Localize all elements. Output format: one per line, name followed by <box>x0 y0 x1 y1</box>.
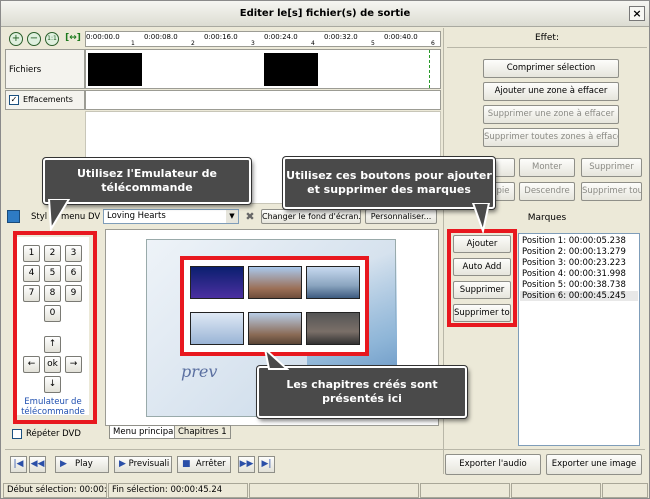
preview-button[interactable]: ▶ Previsuali <box>114 456 172 473</box>
callout-chapters: Les chapitres créés sont présentés ici <box>257 366 467 418</box>
remote-highlight-box <box>13 231 97 424</box>
play-label: Play <box>75 459 93 469</box>
ruler-tick: 0:00:40.0 <box>384 33 418 41</box>
marks-list[interactable]: Position 1: 00:00:05.238 Position 2: 00:… <box>518 233 640 446</box>
ruler-num: 2 <box>191 40 195 47</box>
callout-remote-pointer <box>47 199 71 231</box>
move-down-button[interactable]: Descendre <box>519 182 575 201</box>
mark-list-item[interactable]: Position 1: 00:00:05.238 <box>522 236 626 246</box>
ruler-tick: 0:00:00.0 <box>86 33 120 41</box>
time-ruler[interactable]: 0:00:00.0 0:00:08.0 0:00:16.0 0:00:24.0 … <box>85 31 441 47</box>
callout-remote: Utilisez l'Emulateur de télécommande <box>43 158 251 204</box>
mark-list-item[interactable]: Position 2: 00:00:13.279 <box>522 247 626 257</box>
ruler-tick: 0:00:24.0 <box>264 33 298 41</box>
rewind-icon: ◀◀ <box>30 459 45 469</box>
delete-all-button[interactable]: Supprimer tous <box>581 182 642 201</box>
rewind-button[interactable]: ◀◀ <box>29 456 46 473</box>
go-start-button[interactable]: |◀ <box>10 456 27 473</box>
ruler-tick: 0:00:08.0 <box>144 33 178 41</box>
stop-icon: ■ <box>182 459 191 469</box>
zoom-reset-icon[interactable]: 1:1 <box>45 32 59 46</box>
files-track[interactable] <box>85 49 441 89</box>
divider <box>5 449 645 450</box>
skip-start-icon: |◀ <box>13 459 24 469</box>
play-button[interactable]: ▶ Play <box>55 456 109 473</box>
chevron-down-icon[interactable]: ▼ <box>226 210 238 223</box>
play-icon: ▶ <box>119 459 126 469</box>
files-row-label-cell: Fichiers <box>5 49 85 89</box>
remove-style-icon[interactable]: ✖ <box>243 209 257 224</box>
remove-erase-zone-button[interactable]: Supprimer une zone à effacer <box>483 105 619 124</box>
fast-forward-button[interactable]: ▶▶ <box>238 456 255 473</box>
repeat-dvd-label: Répéter DVD <box>26 429 81 439</box>
status-selection-start: Début sélection: 00:00:45. <box>3 483 107 498</box>
export-image-button[interactable]: Exporter une image <box>546 454 642 475</box>
preview-label: Previsuali <box>128 459 170 469</box>
window-title: Editer le[s] fichier(s) de sortie <box>239 8 411 19</box>
ruler-tick: 0:00:16.0 <box>204 33 238 41</box>
playhead[interactable] <box>429 50 430 88</box>
clip-block[interactable] <box>264 53 318 86</box>
export-audio-button[interactable]: Exporter l'audio <box>445 454 541 475</box>
main-window: Editer le[s] fichier(s) de sortie × + − … <box>0 0 650 499</box>
status-selection-end: Fin sélection: 00:00:45.24 <box>108 483 248 498</box>
style-select[interactable]: Loving Hearts ▼ <box>103 209 239 224</box>
ruler-tick: 0:00:32.0 <box>324 33 358 41</box>
skip-end-icon: ▶| <box>261 459 272 469</box>
fit-icon[interactable]: [↔] <box>65 32 81 46</box>
play-icon: ▶ <box>60 459 67 469</box>
erase-track[interactable] <box>85 90 441 110</box>
callout-marks-pointer <box>471 203 491 233</box>
ruler-num: 3 <box>251 40 255 47</box>
ruler-num: 4 <box>311 40 315 47</box>
divider <box>447 47 647 48</box>
files-row-label: Fichiers <box>9 65 42 75</box>
delete-button[interactable]: Supprimer <box>581 158 642 177</box>
mark-list-item[interactable]: Position 4: 00:00:31.998 <box>522 269 626 279</box>
go-end-button[interactable]: ▶| <box>258 456 275 473</box>
status-panel <box>602 483 648 498</box>
compress-selection-button[interactable]: Comprimer sélection <box>483 59 619 78</box>
callout-chapters-pointer <box>263 349 289 370</box>
status-panel <box>420 483 510 498</box>
callout-marks: Utilisez ces boutons pour ajouter et sup… <box>283 157 495 209</box>
erase-row-label-cell: ✓ Effacements <box>5 90 85 110</box>
tab-main-menu[interactable]: Menu principal <box>109 425 180 439</box>
stop-button[interactable]: ■ Arrêter <box>177 456 231 473</box>
marks-highlight-box <box>447 229 517 327</box>
fast-forward-icon: ▶▶ <box>239 459 254 469</box>
zoom-in-icon[interactable]: + <box>9 32 23 46</box>
change-background-button[interactable]: Changer le fond d'écran... <box>261 209 361 224</box>
ruler-num: 1 <box>131 40 135 47</box>
mark-list-item[interactable]: Position 5: 00:00:38.738 <box>522 280 626 290</box>
personalize-button[interactable]: Personnaliser... <box>365 209 437 224</box>
chapters-highlight-box <box>180 256 369 356</box>
status-panel <box>511 483 601 498</box>
tab-chapters[interactable]: Chapitres 1 <box>174 425 231 439</box>
ruler-num: 5 <box>371 40 375 47</box>
effects-header: Effet: <box>535 33 559 43</box>
erase-row-label: Effacements <box>23 95 73 104</box>
erase-checkbox[interactable]: ✓ <box>9 95 19 105</box>
preview-watermark: prev <box>181 362 218 381</box>
move-up-button[interactable]: Monter <box>519 158 575 177</box>
status-panel <box>249 483 419 498</box>
mark-list-item-selected[interactable]: Position 6: 00:00:45.245 <box>520 291 638 301</box>
mark-list-item[interactable]: Position 3: 00:00:23.223 <box>522 258 626 268</box>
menu-style-icon <box>7 210 20 223</box>
clip-block[interactable] <box>88 53 142 86</box>
style-select-value: Loving Hearts <box>107 211 166 221</box>
zoom-out-icon[interactable]: − <box>27 32 41 46</box>
remove-all-erase-zones-button[interactable]: Supprimer toutes zones à effacer <box>483 128 619 147</box>
close-button[interactable]: × <box>629 6 645 21</box>
add-erase-zone-button[interactable]: Ajouter une zone à effacer <box>483 82 619 101</box>
stop-label: Arrêter <box>195 459 226 469</box>
repeat-dvd-checkbox[interactable] <box>12 429 22 439</box>
ruler-num: 6 <box>431 40 435 47</box>
title-bar: Editer le[s] fichier(s) de sortie × <box>1 1 649 27</box>
